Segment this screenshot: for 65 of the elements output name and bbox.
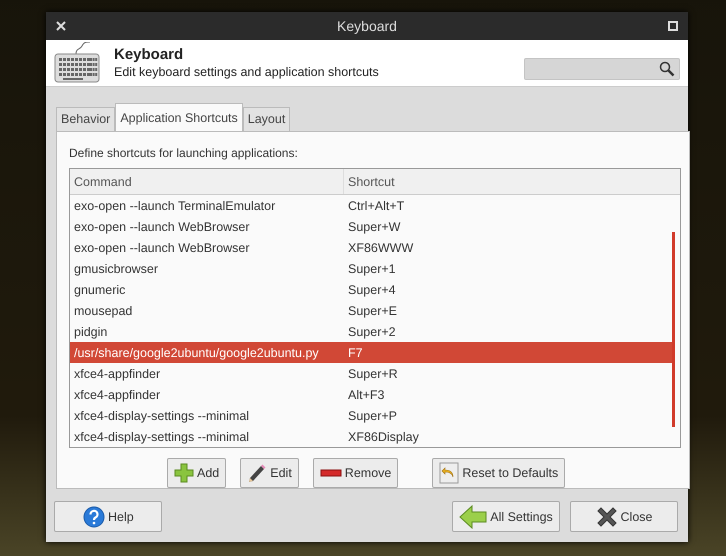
shortcut-cell-text: Super+E	[347, 304, 398, 318]
table-row[interactable]: xfce4-display-settings --minimal Super+P	[70, 405, 672, 426]
shortcut-cell-text: XF86WWW	[347, 240, 414, 254]
header-subtitle: Edit keyboard settings and application shortcuts	[114, 65, 380, 80]
shortcut-cell-text: XF86Display	[347, 430, 420, 444]
column-header[interactable]: Shortcut	[344, 169, 399, 194]
scrollbar[interactable]	[672, 232, 675, 427]
header-title: Keyboard	[114, 46, 184, 64]
tab[interactable]: Layout	[242, 107, 290, 131]
shortcut-cell-text: Alt+F3	[347, 388, 386, 402]
shortcut-cell-text: Super+1	[347, 262, 397, 276]
command-cell-text: /usr/share/google2ubuntu/google2ubuntu.py	[73, 346, 320, 360]
table-row[interactable]: xfce4-appfinder Alt+F3	[70, 384, 672, 405]
help-icon	[83, 506, 105, 528]
minus-icon	[320, 468, 342, 478]
tab[interactable]: Application Shortcuts	[115, 103, 243, 131]
command-cell-text: exo-open --launch WebBrowser	[73, 220, 251, 234]
command-cell-text: xfce4-display-settings --minimal	[73, 430, 250, 444]
close-icon[interactable]	[56, 20, 66, 31]
description-text: Define shortcuts for launching applications:	[69, 146, 299, 160]
search-field[interactable]	[524, 58, 680, 80]
window-title: Keyboard	[336, 18, 398, 34]
command-cell-text: pidgin	[73, 324, 108, 338]
shortcut-cell-text: Super+P	[347, 408, 398, 422]
remove-button[interactable]: Remove	[312, 458, 398, 488]
table-row[interactable]: xfce4-appfinder Super+R	[70, 363, 672, 384]
shortcut-cell-text: Super+W	[347, 220, 402, 234]
all-settings-button[interactable]: All Settings	[452, 501, 560, 532]
close-button[interactable]: Close	[570, 501, 678, 532]
reset-button[interactable]: Reset to Defaults	[432, 458, 566, 488]
undo-icon	[439, 462, 460, 484]
table-row[interactable]: xfce4-display-settings --minimal XF86Display	[70, 426, 672, 447]
table-row[interactable]: gmusicbrowser Super+1	[70, 258, 672, 279]
shortcut-cell-text: Super+4	[347, 282, 397, 296]
command-cell-text: mousepad	[73, 304, 134, 318]
table-row[interactable]: exo-open --launch WebBrowser Super+W	[70, 216, 672, 237]
keyboard-icon	[54, 42, 100, 84]
command-cell-text: xfce4-display-settings --minimal	[73, 408, 250, 422]
command-cell-text: xfce4-appfinder	[73, 388, 162, 402]
command-cell-text: exo-open --launch TerminalEmulator	[73, 198, 276, 212]
shortcut-cell-text: Super+2	[347, 324, 397, 338]
table-row[interactable]: mousepad Super+E	[70, 300, 672, 321]
pencil-icon	[247, 463, 268, 483]
table-row[interactable]: exo-open --launch WebBrowser XF86WWW	[70, 237, 672, 258]
edit-button[interactable]: Edit	[240, 458, 299, 488]
search-icon	[659, 61, 675, 77]
close-icon	[596, 506, 618, 528]
shortcut-cell-text: F7	[347, 346, 364, 360]
help-button[interactable]: Help	[54, 501, 162, 532]
shortcut-cell-text: Ctrl+Alt+T	[347, 198, 406, 212]
maximize-icon[interactable]	[668, 20, 678, 31]
command-cell-text: gnumeric	[73, 282, 126, 296]
command-cell-text: exo-open --launch WebBrowser	[73, 240, 251, 254]
table-row[interactable]: pidgin Super+2	[70, 321, 672, 342]
tab[interactable]: Behavior	[56, 107, 116, 131]
selected-row[interactable]: /usr/share/google2ubuntu/google2ubuntu.py F7	[70, 342, 672, 363]
shortcut-cell-text: Super+R	[347, 366, 399, 380]
add-button[interactable]: Add	[167, 458, 226, 488]
table-row[interactable]: gnumeric Super+4	[70, 279, 672, 300]
table-row[interactable]: exo-open --launch TerminalEmulator Ctrl+Alt+T	[70, 195, 672, 216]
command-cell-text: xfce4-appfinder	[73, 366, 162, 380]
left-arrow-icon	[459, 504, 488, 528]
command-cell-text: gmusicbrowser	[73, 262, 160, 276]
plus-icon	[174, 463, 194, 483]
column-header[interactable]: Command	[70, 169, 344, 194]
